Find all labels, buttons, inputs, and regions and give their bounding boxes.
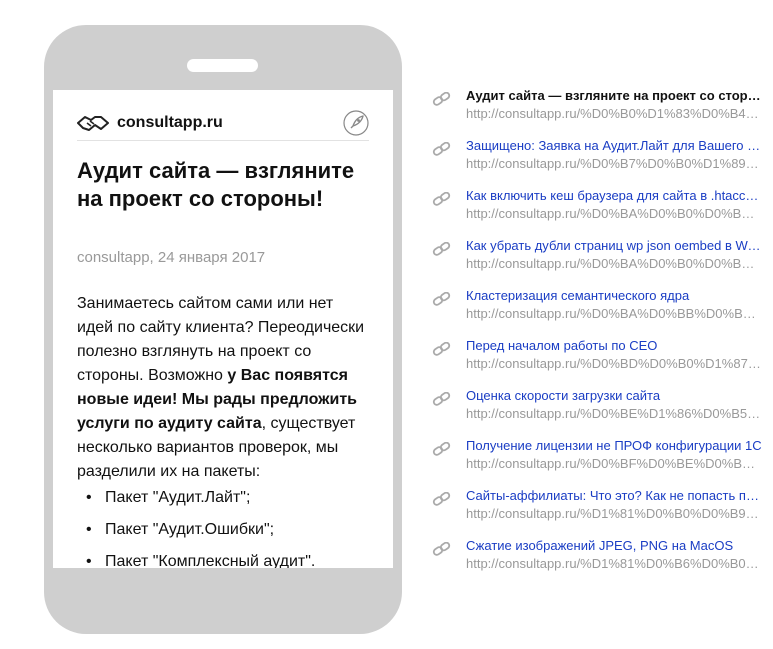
list-item[interactable]: Сжатие изображений JPEG, PNG на MacOS ht… [432, 538, 767, 588]
list-item: • Пакет "Аудит.Лайт"; [86, 489, 251, 506]
list-item[interactable]: Оценка скорости загрузки сайта http://co… [432, 388, 767, 438]
rocket-icon[interactable] [343, 110, 369, 136]
link-url: http://consultapp.ru/%D1%81%D0%B6%D0%B0%… [466, 556, 762, 571]
list-item[interactable]: Как убрать дубли страниц wp json oembed … [432, 238, 767, 288]
list-item[interactable]: Перед началом работы по CEO http://consu… [432, 338, 767, 388]
site-header: consultapp.ru [77, 100, 369, 141]
link-url: http://consultapp.ru/%D0%B0%D1%83%D0%B4%… [466, 106, 762, 121]
phone-speaker [187, 59, 258, 72]
link-title[interactable]: Сайты-аффилиаты: Что это? Как не попасть… [466, 488, 762, 504]
link-icon [432, 392, 451, 406]
link-url: http://consultapp.ru/%D0%B7%D0%B0%D1%89%… [466, 156, 762, 171]
handshake-logo-icon [77, 116, 109, 131]
list-item-label: Пакет "Аудит.Лайт"; [105, 489, 251, 506]
list-item-label: Пакет "Комплексный аудит". [105, 553, 316, 568]
article-body: Занимаетесь сайтом сами или нет идей по … [77, 292, 372, 484]
link-url: http://consultapp.ru/%D0%BD%D0%B0%D1%87%… [466, 356, 762, 371]
link-url: http://consultapp.ru/%D0%BF%D0%BE%D0%BB%… [466, 456, 762, 471]
link-icon [432, 342, 451, 356]
list-item-label: Пакет "Аудит.Ошибки"; [105, 521, 275, 538]
link-url: http://consultapp.ru/%D1%81%D0%B0%D0%B9%… [466, 506, 762, 521]
link-icon [432, 292, 451, 306]
link-icon [432, 142, 451, 156]
link-title[interactable]: Как убрать дубли страниц wp json oembed … [466, 238, 762, 254]
article-meta: consultapp, 24 января 2017 [77, 249, 266, 266]
link-url: http://consultapp.ru/%D0%BA%D0%B0%D0%BA-… [466, 206, 762, 221]
link-icon [432, 492, 451, 506]
package-list: • Пакет "Аудит.Лайт"; • Пакет "Аудит.Ошибк… [77, 488, 377, 568]
link-icon [432, 542, 451, 556]
link-title[interactable]: Аудит сайта — взгляните на проект со сто… [466, 88, 762, 104]
list-item[interactable]: Как включить кеш браузера для сайта в .h… [432, 188, 767, 238]
list-item[interactable]: Защищено: Заявка на Аудит.Лайт для Вашег… [432, 138, 767, 188]
link-icon [432, 442, 451, 456]
link-url: http://consultapp.ru/%D0%BE%D1%86%D0%B5%… [466, 406, 762, 421]
link-url: http://consultapp.ru/%D0%BA%D0%B0%D0%BA-… [466, 256, 762, 271]
phone-screen[interactable]: consultapp.ru Аудит сайта — взгляните на… [53, 90, 393, 568]
link-icon [432, 92, 451, 106]
link-title[interactable]: Сжатие изображений JPEG, PNG на MacOS [466, 538, 762, 554]
link-title[interactable]: Получение лицензии не ПРОФ конфигурации … [466, 438, 762, 454]
pages-link-list: Аудит сайта — взгляните на проект со сто… [432, 88, 767, 588]
link-title[interactable]: Перед началом работы по CEO [466, 338, 762, 354]
link-title[interactable]: Защищено: Заявка на Аудит.Лайт для Вашег… [466, 138, 762, 154]
link-title[interactable]: Кластеризация семантического ядра [466, 288, 762, 304]
list-item[interactable]: Аудит сайта — взгляните на проект со сто… [432, 88, 767, 138]
link-title[interactable]: Оценка скорости загрузки сайта [466, 388, 762, 404]
list-item[interactable]: Сайты-аффилиаты: Что это? Как не попасть… [432, 488, 767, 538]
link-icon [432, 242, 451, 256]
article-title: Аудит сайта — взгляните на проект со сто… [77, 158, 355, 211]
site-name[interactable]: consultapp.ru [117, 114, 223, 132]
list-item[interactable]: Получение лицензии не ПРОФ конфигурации … [432, 438, 767, 488]
link-icon [432, 192, 451, 206]
list-item: • Пакет "Комплексный аудит". [86, 553, 316, 568]
link-title[interactable]: Как включить кеш браузера для сайта в .h… [466, 188, 762, 204]
list-item: • Пакет "Аудит.Ошибки"; [86, 521, 275, 538]
link-url: http://consultapp.ru/%D0%BA%D0%BB%D0%B0%… [466, 306, 762, 321]
list-item[interactable]: Кластеризация семантического ядра http:/… [432, 288, 767, 338]
